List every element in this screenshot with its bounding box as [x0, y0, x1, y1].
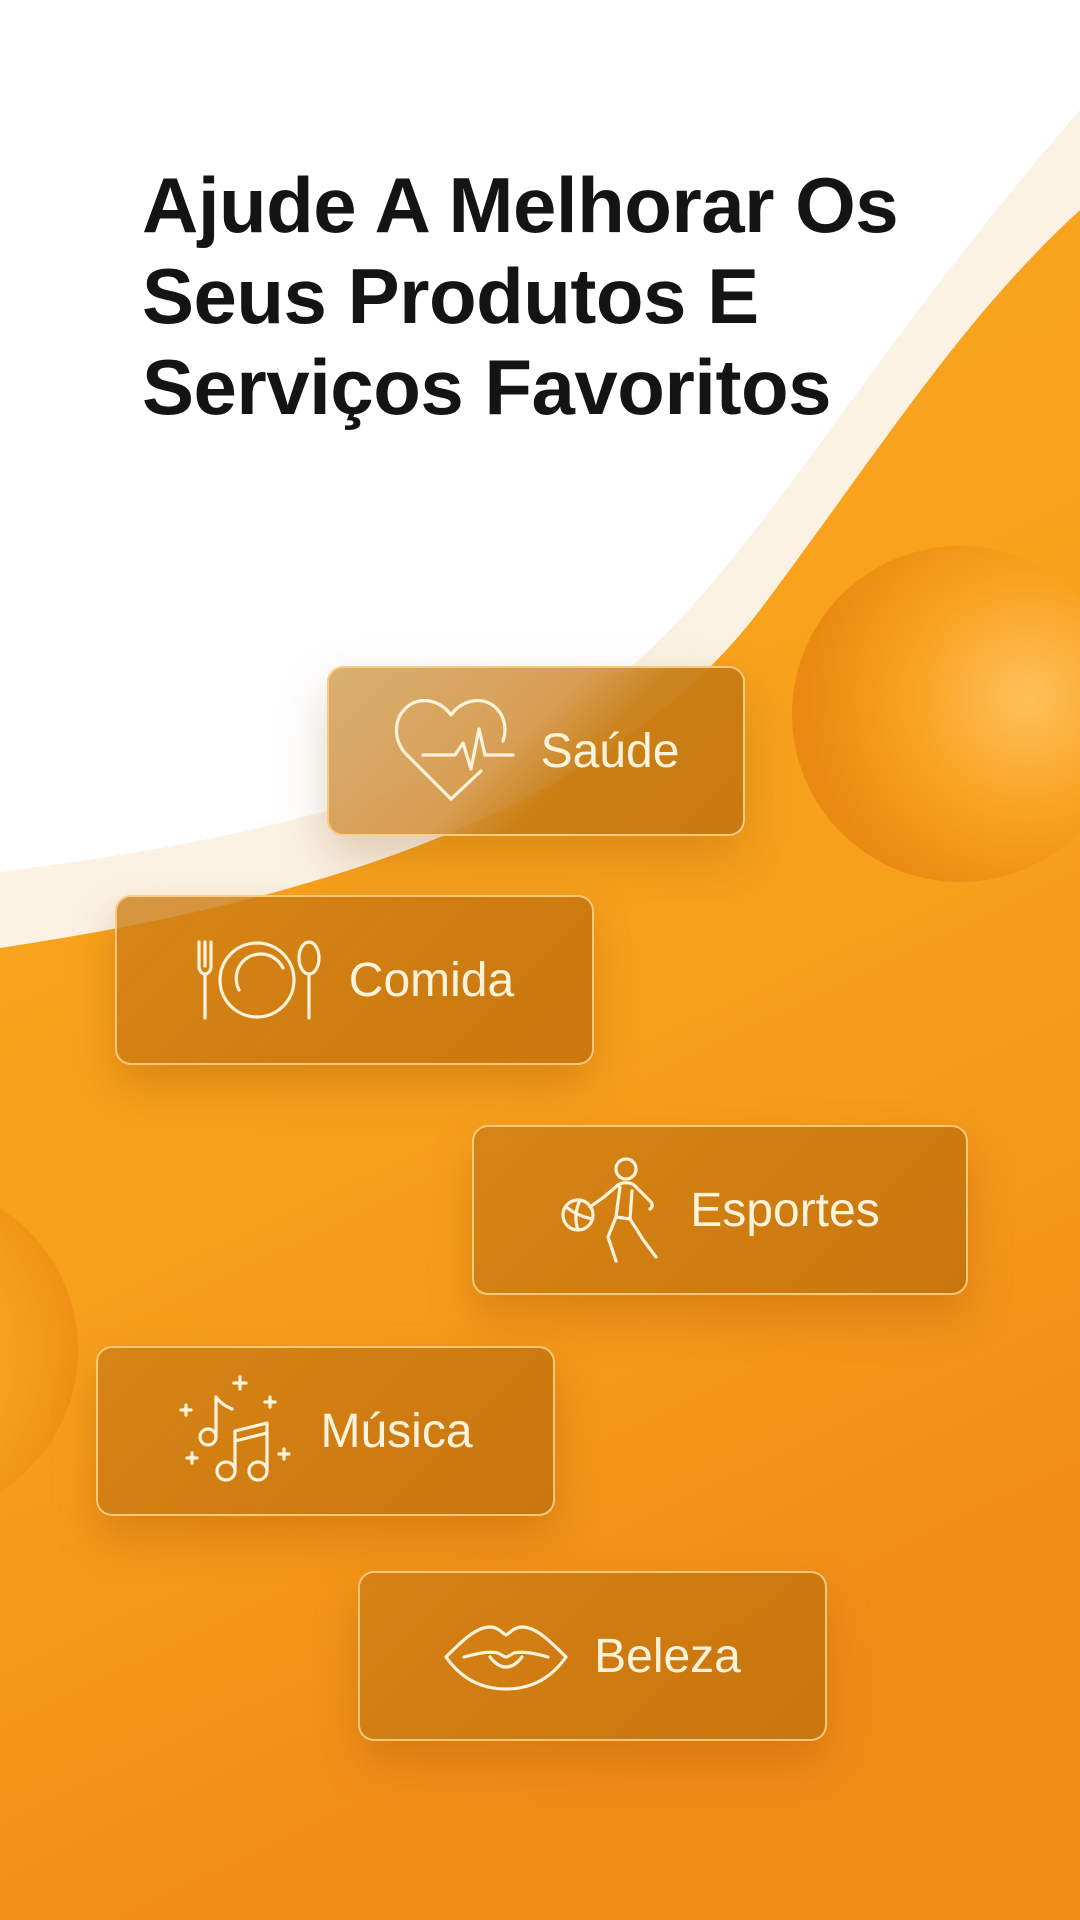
music-notes-icon — [178, 1375, 294, 1487]
page-title: Ajude A Melhorar Os Seus Produtos E Serv… — [142, 160, 942, 433]
lips-icon — [444, 1621, 568, 1691]
category-label: Esportes — [690, 1183, 880, 1237]
basketball-player-icon — [560, 1157, 664, 1263]
category-chip-esportes[interactable]: Esportes — [472, 1125, 968, 1295]
category-label: Saúde — [540, 724, 680, 778]
category-chip-musica[interactable]: Música — [96, 1346, 555, 1516]
category-label: Comida — [348, 953, 515, 1007]
category-chip-beleza[interactable]: Beleza — [358, 1571, 827, 1741]
category-chip-saude[interactable]: Saúde — [327, 666, 745, 836]
category-label: Beleza — [594, 1629, 741, 1683]
category-chip-comida[interactable]: Comida — [115, 895, 594, 1065]
title-line-2: Seus Produtos E — [142, 252, 759, 340]
plate-cutlery-icon — [195, 940, 323, 1020]
category-label: Música — [320, 1404, 473, 1458]
title-line-3: Serviços Favoritos — [142, 343, 831, 431]
title-line-1: Ajude A Melhorar Os — [142, 161, 899, 249]
heart-pulse-icon — [393, 699, 515, 803]
